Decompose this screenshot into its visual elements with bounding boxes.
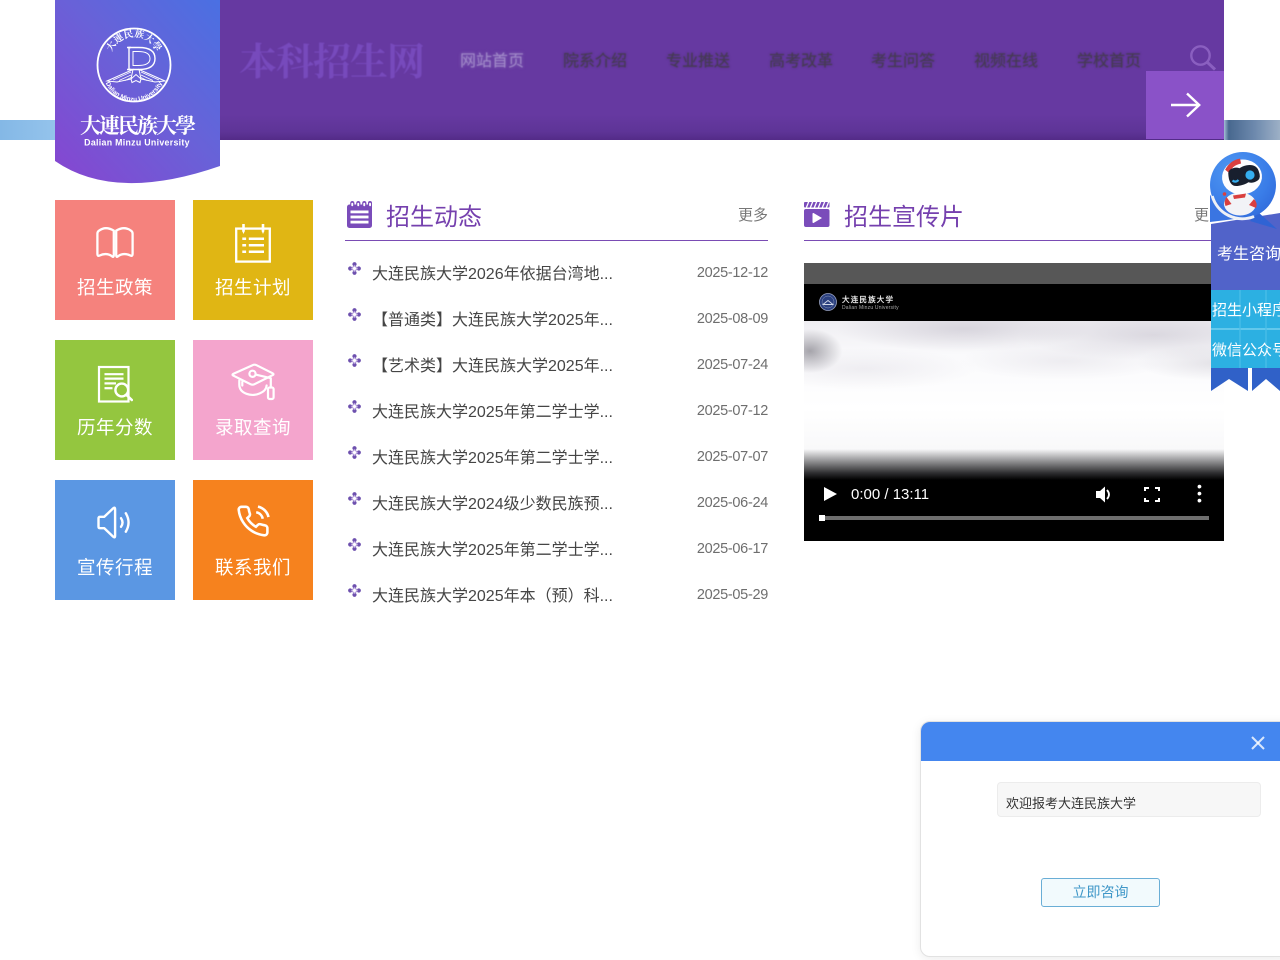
svg-text:微信公众号: 微信公众号	[1212, 339, 1280, 360]
svg-text:考生咨询: 考生咨询	[1217, 240, 1280, 264]
svg-text:Dalian Minzu University: Dalian Minzu University	[84, 138, 190, 148]
svg-text:大連民族大學: 大連民族大學	[80, 110, 196, 140]
svg-text:招生小程序: 招生小程序	[1212, 299, 1280, 320]
